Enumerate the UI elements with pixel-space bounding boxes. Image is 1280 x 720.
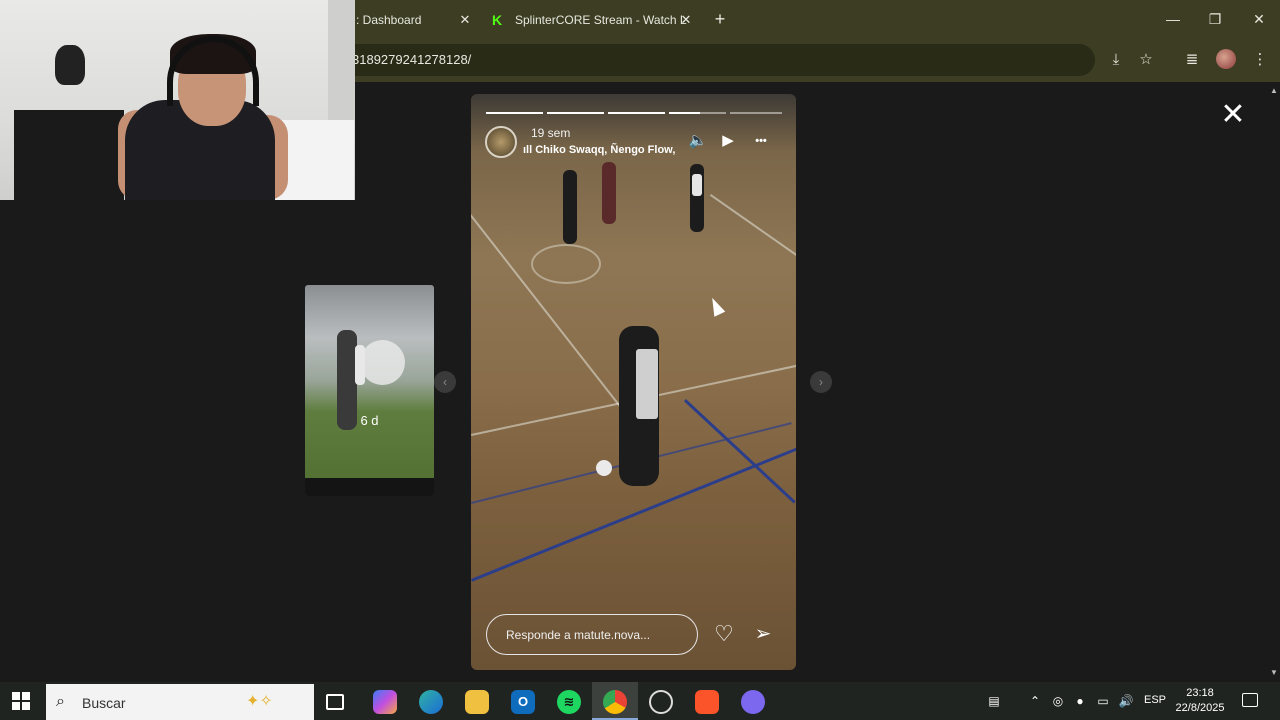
story-time: 19 sem	[531, 126, 571, 140]
file-explorer-icon[interactable]	[465, 690, 489, 714]
new-tab-button[interactable]: +	[710, 9, 730, 29]
story-author-avatar[interactable]	[485, 126, 517, 158]
network-icon[interactable]: ▭	[1095, 693, 1111, 709]
taskbar-search-placeholder: Buscar	[82, 695, 126, 711]
minimize-button[interactable]: —	[1158, 8, 1188, 30]
camera-icon[interactable]: ◎	[1050, 693, 1066, 709]
profile-avatar[interactable]	[1216, 49, 1236, 69]
notification-icon[interactable]	[1242, 693, 1258, 707]
close-window-button[interactable]: ✕	[1244, 8, 1274, 30]
windows-start-icon[interactable]	[12, 692, 30, 710]
spotify-icon[interactable]: ≋	[557, 690, 581, 714]
tab-dashboard-label: : Dashboard	[356, 13, 422, 27]
thumbnail-dome	[360, 340, 405, 385]
story-progress-1	[486, 112, 543, 114]
keyboard-language[interactable]: ESP	[1144, 694, 1166, 706]
player-far-center	[602, 162, 616, 224]
cam-door	[328, 0, 355, 120]
scroll-down-icon[interactable]: ▼	[1270, 668, 1278, 677]
task-view-icon[interactable]	[326, 694, 344, 710]
mute-icon[interactable]: 🔈	[688, 131, 708, 151]
webcam-overlay	[0, 0, 355, 200]
story-progress-5	[730, 112, 782, 114]
player-foreground-shirt	[636, 349, 658, 419]
search-icon: ⌕	[56, 693, 65, 710]
screen: : Dashboard ✕ K SplinterCORE Stream - Wa…	[0, 0, 1280, 720]
copilot-icon[interactable]	[373, 690, 397, 714]
clock-date: 22/8/2025	[1175, 702, 1225, 714]
previous-story-time: 6 d	[360, 413, 379, 428]
maximize-button[interactable]: ❐	[1200, 8, 1230, 30]
discord-icon[interactable]	[741, 690, 765, 714]
next-story-arrow-icon[interactable]: ›	[810, 371, 832, 393]
tab-close-icon[interactable]: ✕	[677, 11, 695, 29]
music-bars-icon: ıll	[523, 144, 536, 156]
search-highlight-icon: ✦✧	[246, 693, 273, 710]
player-shirt	[692, 174, 702, 196]
scrollbar[interactable]	[1268, 82, 1280, 682]
soccer-ball	[596, 460, 612, 476]
story-music-label[interactable]: ıll Chiko Swaqq, Ñengo Flow,	[523, 144, 675, 156]
edge-icon[interactable]	[419, 690, 443, 714]
install-icon[interactable]: ⤓	[1106, 50, 1126, 70]
tab-close-icon[interactable]: ✕	[456, 11, 474, 29]
clock-time: 23:18	[1186, 687, 1214, 699]
volume-icon[interactable]: 🔊	[1118, 693, 1134, 709]
previous-story-arrow-icon[interactable]: ‹	[434, 371, 456, 393]
story-music-text: Chiko Swaqq, Ñengo Flow,	[535, 144, 676, 156]
heart-icon[interactable]: ♡	[711, 621, 737, 647]
media-icon[interactable]: ≣	[1182, 50, 1202, 70]
more-options-icon[interactable]: •••	[751, 131, 771, 151]
menu-icon[interactable]: ⋮	[1250, 50, 1270, 70]
play-icon[interactable]: ▶	[718, 131, 738, 151]
close-viewer-icon[interactable]: ✕	[1218, 100, 1248, 130]
court-circle	[531, 244, 601, 284]
reply-input[interactable]: Responde a matute.nova...	[486, 614, 698, 655]
kick-favicon-icon: K	[492, 12, 503, 28]
thumbnail-person-2	[355, 345, 365, 385]
tray-chevron-icon[interactable]: ⌃	[1027, 693, 1043, 709]
taskbar-search-input[interactable]: ⌕ Buscar ✦✧	[46, 684, 314, 720]
story-progress-4	[669, 112, 726, 114]
news-widget-icon[interactable]: ▤	[986, 693, 1002, 709]
url-text: 3189279241278128/	[352, 52, 472, 67]
tab-dashboard[interactable]: : Dashboard ✕	[356, 6, 474, 34]
send-icon[interactable]: ➢	[750, 621, 776, 647]
outlook-icon[interactable]: O	[511, 690, 535, 714]
player-far-left	[563, 170, 577, 244]
tab-splintercore-label: SplinterCORE Stream - Watch L	[515, 13, 687, 27]
scroll-up-icon[interactable]: ▲	[1270, 86, 1278, 95]
court-line	[709, 194, 796, 265]
story-progress-2	[547, 112, 604, 114]
taskbar-clock[interactable]: 23:18 22/8/2025	[1174, 686, 1226, 716]
clock-app-icon[interactable]	[649, 690, 673, 714]
reply-placeholder: Responde a matute.nova...	[506, 628, 651, 642]
microphone-icon[interactable]: ●	[1072, 693, 1088, 709]
previous-story-thumbnail[interactable]: 6 d	[305, 285, 434, 496]
star-icon[interactable]: ☆	[1136, 50, 1156, 70]
story-progress-3	[608, 112, 665, 114]
active-story[interactable]: 19 sem ıll Chiko Swaqq, Ñengo Flow, 🔈 ▶ …	[471, 94, 796, 670]
thumbnail-footer	[305, 478, 434, 496]
cam-dresser	[14, 110, 124, 200]
address-bar[interactable]: 3189279241278128/	[340, 44, 1095, 76]
chrome-icon[interactable]	[603, 690, 627, 714]
cam-hat	[55, 45, 85, 85]
windows-taskbar: ⌕ Buscar ✦✧ O ≋ ▤ ⌃ ◎ ● ▭ 🔊 ESP 23:18 22…	[0, 682, 1280, 720]
tab-splintercore-stream[interactable]: K SplinterCORE Stream - Watch L ✕	[490, 6, 695, 34]
brave-icon[interactable]	[695, 690, 719, 714]
